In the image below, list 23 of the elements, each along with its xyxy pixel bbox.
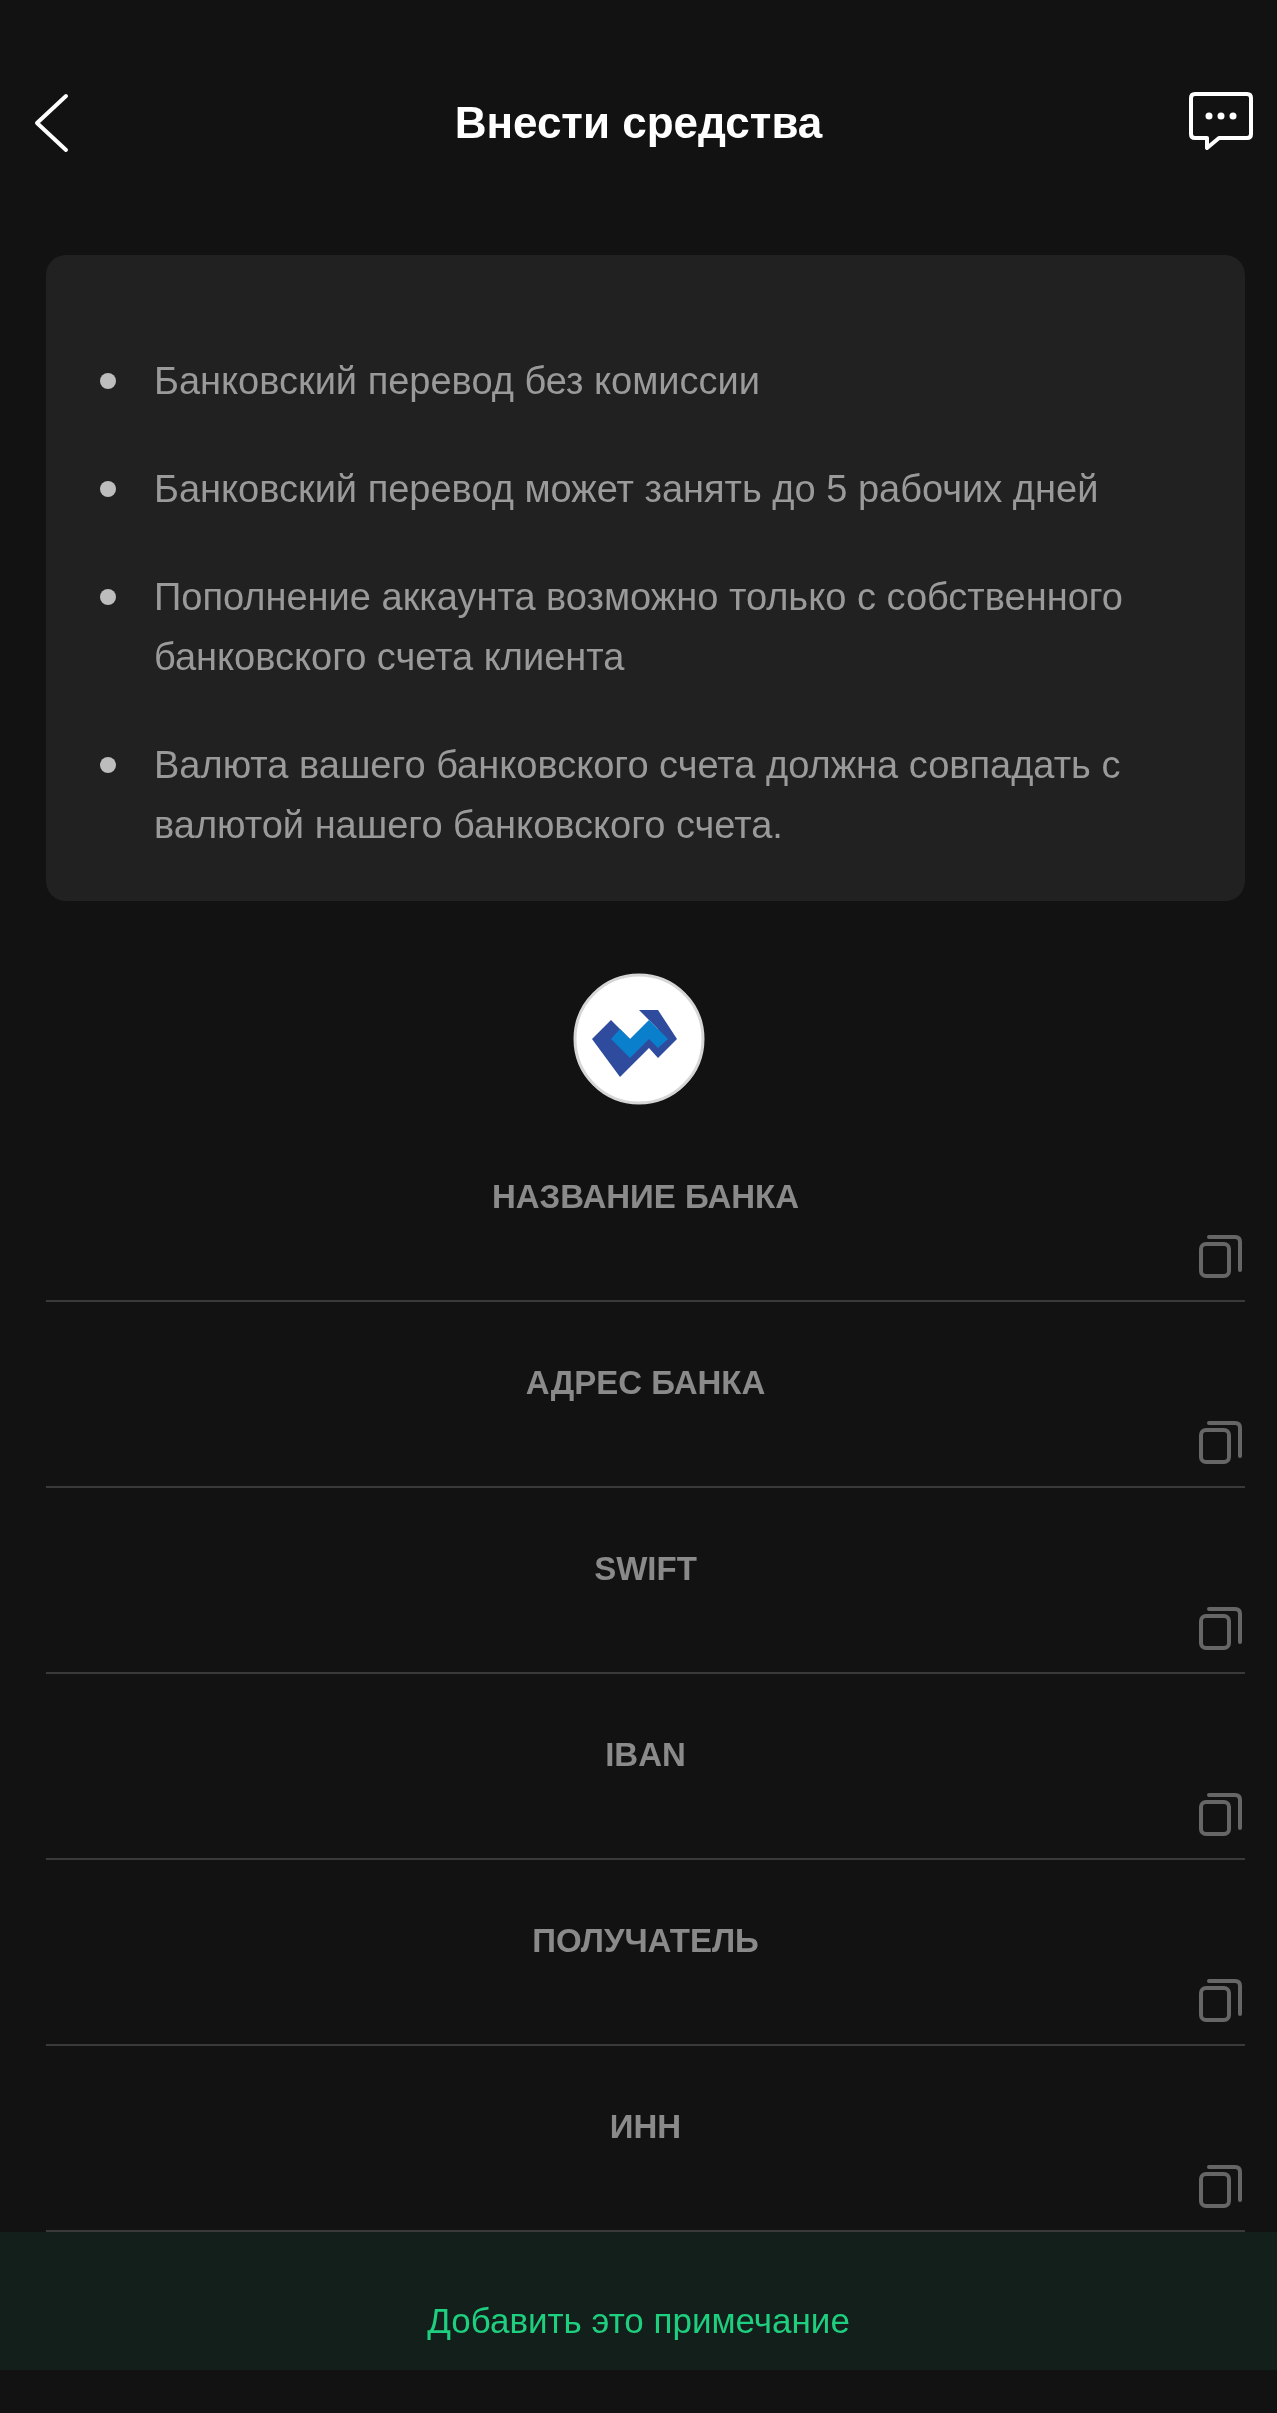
field-label: ИНН [609, 2108, 682, 2146]
copy-icon[interactable] [1199, 1606, 1243, 1650]
info-text: Пополнение аккаунта возможно только с собственного банковского счета клиента [154, 575, 1124, 680]
copy-icon[interactable] [1199, 2164, 1243, 2208]
field-label: ПОЛУЧАТЕЛЬ [532, 1922, 759, 1960]
page-title: Внести средства [454, 98, 823, 148]
bullet-icon [100, 589, 116, 605]
copy-icon[interactable] [1199, 1792, 1243, 1836]
copy-icon[interactable] [1199, 1234, 1243, 1278]
field-label: АДРЕС БАНКА [525, 1364, 766, 1402]
copy-icon[interactable] [1199, 1420, 1243, 1464]
back-icon[interactable] [32, 92, 70, 154]
field-label: SWIFT [594, 1550, 697, 1588]
info-text: Банковский перевод без комиссии [154, 359, 760, 404]
field-label: IBAN [605, 1736, 686, 1774]
bullet-icon [100, 757, 116, 773]
field-label: НАЗВАНИЕ БАНКА [491, 1178, 800, 1216]
info-text: Банковский перевод может занять до 5 рабочих дней [154, 467, 1099, 512]
add-note-button[interactable]: Добавить это примечание [415, 2293, 862, 2349]
copy-icon[interactable] [1199, 1978, 1243, 2022]
bullet-icon [100, 481, 116, 497]
bullet-icon [100, 373, 116, 389]
info-text: Валюта вашего банковского счета должна совпадать с валютой нашего банковского счета. [154, 743, 1122, 848]
